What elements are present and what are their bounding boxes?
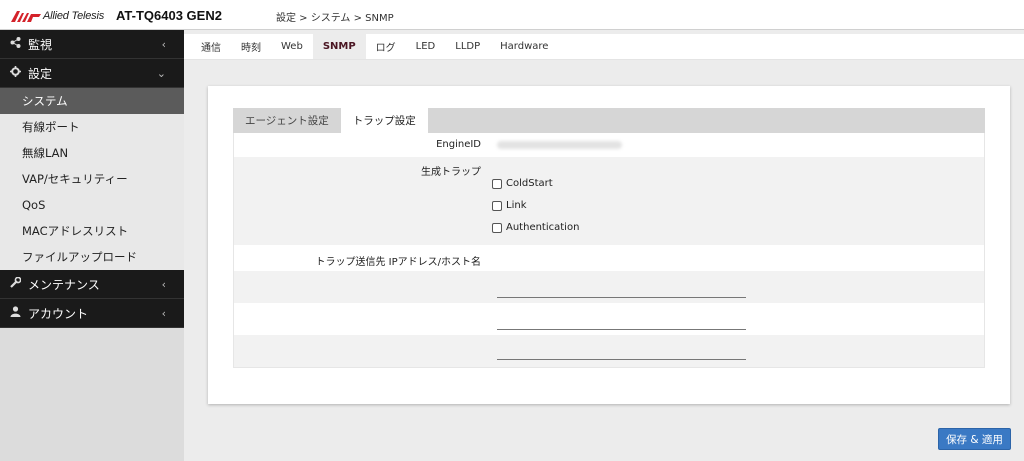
checkbox-label: ColdStart (506, 178, 553, 189)
engine-id-label: EngineID (436, 139, 481, 150)
chevron-down-icon: ⌄ (156, 67, 166, 80)
sidebar-item-file-upload[interactable]: ファイルアップロード (0, 244, 184, 270)
tab-led[interactable]: LED (406, 34, 446, 59)
trap-host-input-3[interactable] (497, 359, 746, 360)
trap-option-authentication[interactable]: Authentication (492, 222, 579, 233)
sidebar-group-settings[interactable]: 設定 ⌄ (0, 59, 184, 88)
trap-host-input-1[interactable] (497, 297, 746, 298)
trap-settings-form: EngineID 生成トラップ ColdStart Link Authentic… (233, 133, 985, 368)
company-logo: Allied Telesis (11, 10, 104, 22)
traps-row: 生成トラップ ColdStart Link Authentication (234, 157, 984, 245)
sidebar-group-monitor[interactable]: 監視 ‹ (0, 30, 184, 59)
top-header: Allied Telesis AT-TQ6403 GEN2 設定 > システム … (0, 0, 1024, 30)
sidebar-item-mac-list[interactable]: MACアドレスリスト (0, 218, 184, 244)
engine-id-row: EngineID (234, 133, 984, 157)
trap-host-label: トラップ送信先 IPアドレス/ホスト名 (315, 257, 481, 268)
sidebar-group-label: メンテナンス (28, 277, 100, 292)
chevron-left-icon: ‹ (161, 307, 166, 320)
main-content: 通信 時刻 Web SNMP ログ LED LLDP Hardware エージェ… (184, 30, 1024, 461)
allied-telesis-logo-icon (11, 10, 41, 22)
settings-card: エージェント設定 トラップ設定 EngineID 生成トラップ ColdStar… (208, 86, 1010, 404)
sidebar-group-label: 監視 (28, 37, 53, 52)
subtab-agent-settings[interactable]: エージェント設定 (233, 108, 341, 133)
trap-host-row-2 (234, 303, 984, 335)
logo-text: Allied Telesis (43, 10, 104, 22)
sidebar-item-label: ファイルアップロード (22, 250, 137, 264)
checkbox-label: Link (506, 200, 527, 211)
tab-web[interactable]: Web (271, 34, 313, 59)
tab-time[interactable]: 時刻 (231, 34, 271, 59)
subtab-trap-settings[interactable]: トラップ設定 (340, 108, 428, 133)
sidebar-item-label: 無線LAN (22, 146, 69, 160)
tab-communication[interactable]: 通信 (191, 34, 231, 59)
share-icon (10, 37, 24, 51)
sidebar-item-qos[interactable]: QoS (0, 192, 184, 218)
sidebar-item-wired-port[interactable]: 有線ポート (0, 114, 184, 140)
coldstart-checkbox[interactable] (492, 178, 502, 189)
tab-lldp[interactable]: LLDP (445, 34, 490, 59)
chevron-left-icon: ‹ (161, 278, 166, 291)
sidebar-item-vap-security[interactable]: VAP/セキュリティー (0, 166, 184, 192)
model-name: AT-TQ6403 GEN2 (116, 8, 222, 23)
traps-label: 生成トラップ (421, 167, 481, 178)
authentication-checkbox[interactable] (492, 222, 502, 233)
save-apply-button[interactable]: 保存 & 適用 (938, 428, 1011, 450)
trap-option-link[interactable]: Link (492, 200, 526, 211)
checkbox-label: Authentication (506, 222, 580, 233)
tab-log[interactable]: ログ (366, 34, 406, 59)
trap-host-row-1 (234, 271, 984, 303)
sidebar-item-label: 有線ポート (22, 120, 80, 134)
tab-bar: 通信 時刻 Web SNMP ログ LED LLDP Hardware (184, 34, 1024, 60)
sidebar-item-label: VAP/セキュリティー (22, 172, 128, 186)
sidebar-group-label: 設定 (28, 66, 53, 81)
chevron-left-icon: ‹ (161, 38, 166, 51)
trap-host-row-3 (234, 335, 984, 367)
subtab-bar: エージェント設定 トラップ設定 (233, 108, 985, 133)
sidebar-item-label: MACアドレスリスト (22, 224, 129, 238)
wrench-icon (10, 276, 24, 291)
tab-hardware[interactable]: Hardware (490, 34, 558, 59)
trap-host-row: トラップ送信先 IPアドレス/ホスト名 (234, 245, 984, 271)
link-checkbox[interactable] (492, 200, 502, 211)
sidebar-group-maintenance[interactable]: メンテナンス ‹ (0, 270, 184, 299)
sidebar-item-wireless-lan[interactable]: 無線LAN (0, 140, 184, 166)
sidebar-group-account[interactable]: アカウント ‹ (0, 299, 184, 328)
sidebar: 監視 ‹ 設定 ⌄ システム 有線ポート 無線LAN VAP/セキュリティー Q… (0, 30, 184, 461)
trap-option-coldstart[interactable]: ColdStart (492, 178, 553, 189)
user-icon (10, 306, 24, 320)
breadcrumb: 設定 > システム > SNMP (276, 13, 394, 24)
sidebar-group-label: アカウント (28, 306, 89, 321)
gear-icon (10, 66, 24, 80)
trap-host-input-2[interactable] (497, 329, 746, 330)
sidebar-item-label: システム (22, 94, 68, 108)
engine-id-value-redacted (497, 141, 622, 149)
tab-snmp[interactable]: SNMP (312, 34, 366, 59)
sidebar-item-label: QoS (22, 198, 46, 212)
sidebar-item-system[interactable]: システム (0, 88, 184, 114)
